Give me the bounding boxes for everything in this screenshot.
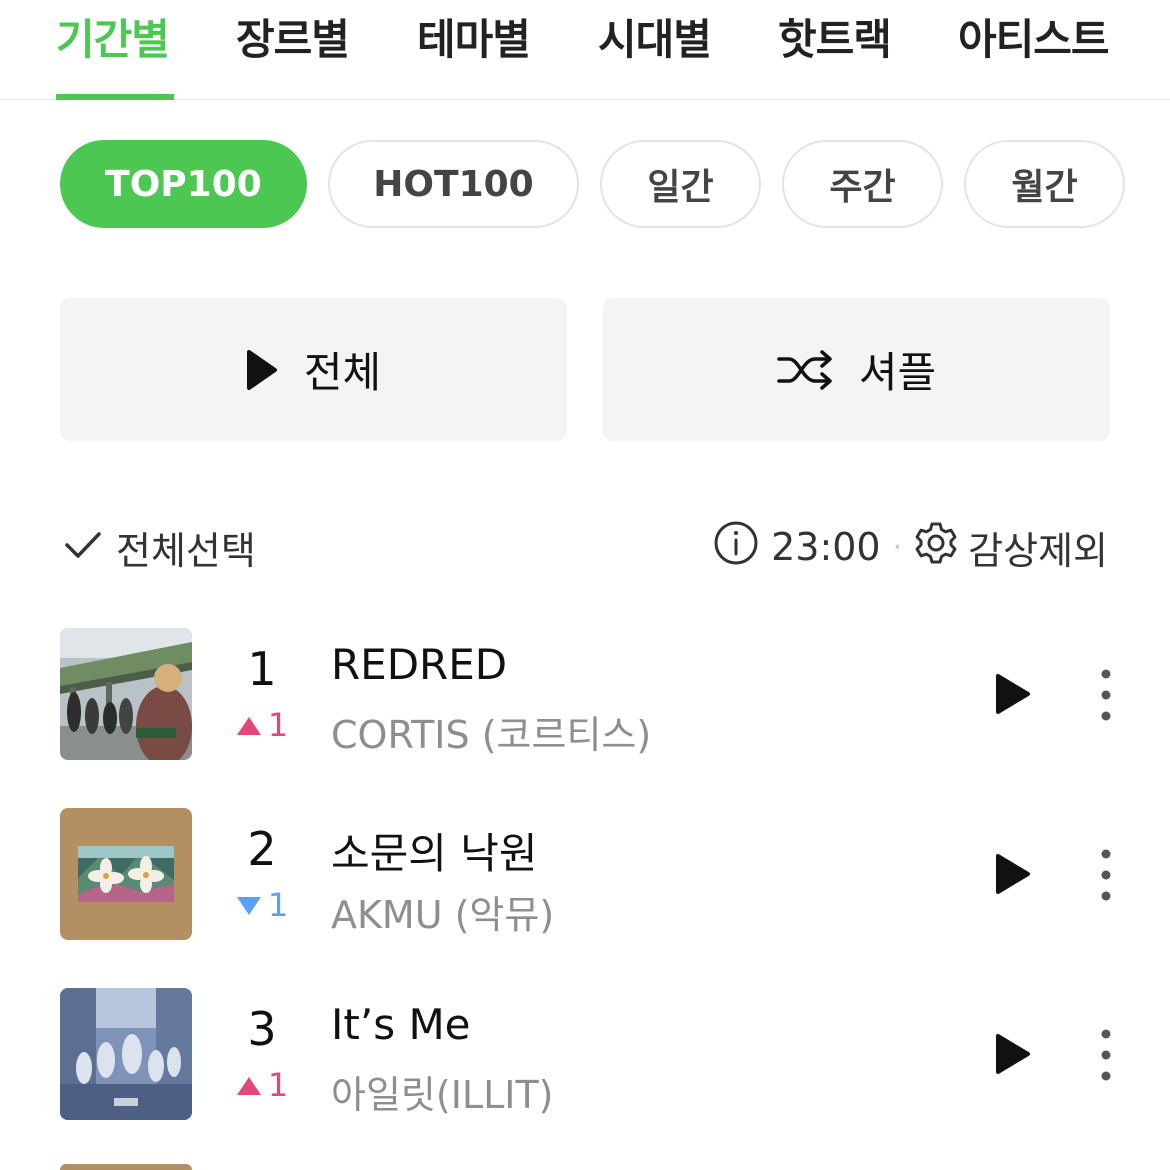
play-icon: [246, 349, 278, 391]
exclude-listening-button[interactable]: 감상제외: [968, 520, 1108, 575]
chart-meta: 23:00 · 감상제외: [713, 520, 1108, 574]
tab-theme[interactable]: 테마별: [417, 6, 531, 67]
album-cover[interactable]: [60, 988, 192, 1120]
chip-daily[interactable]: 일간: [600, 140, 761, 228]
shuffle-label: 셔플: [858, 348, 937, 397]
song-title[interactable]: REDRED: [331, 640, 507, 689]
rank-change-amount: 1: [267, 1066, 289, 1104]
more-vertical-icon[interactable]: [1092, 668, 1120, 722]
rank-number: 3: [247, 1002, 277, 1056]
album-cover: [60, 1164, 192, 1170]
tab-era[interactable]: 시대별: [598, 6, 712, 67]
category-tabs: 기간별 장르별 테마별 시대별 핫트랙 아티스트: [0, 0, 1170, 100]
active-tab-indicator: [56, 94, 174, 100]
triangle-down-icon: [236, 886, 262, 924]
rank-number: 1: [247, 642, 277, 696]
tab-hottrack[interactable]: 핫트랙: [778, 6, 892, 67]
song-title[interactable]: 소문의 낙원: [331, 820, 538, 881]
shuffle-button[interactable]: 셔플: [603, 298, 1110, 441]
tab-period[interactable]: 기간별: [56, 6, 170, 67]
play-icon[interactable]: [990, 672, 1034, 716]
play-icon[interactable]: [990, 1032, 1034, 1076]
play-all-button[interactable]: 전체: [60, 298, 567, 441]
select-all-toggle[interactable]: 전체선택: [64, 520, 256, 574]
separator-dot: ·: [892, 529, 903, 565]
select-all-label: 전체선택: [116, 528, 256, 573]
song-title[interactable]: It’s Me: [331, 1000, 471, 1049]
chip-top100[interactable]: TOP100: [60, 140, 307, 228]
more-vertical-icon[interactable]: [1092, 848, 1120, 902]
shuffle-icon: [777, 349, 833, 390]
play-all-label: 전체: [303, 348, 382, 397]
play-icon[interactable]: [990, 852, 1034, 896]
song-artist[interactable]: AKMU (악뮤): [331, 884, 554, 939]
rank-change-amount: 1: [267, 886, 289, 924]
album-cover[interactable]: [60, 808, 192, 940]
chip-monthly[interactable]: 월간: [964, 140, 1125, 228]
rank-change: 1: [212, 1066, 312, 1104]
rank-number: 2: [247, 822, 277, 876]
chip-hot100[interactable]: HOT100: [328, 140, 579, 228]
tab-genre[interactable]: 장르별: [236, 6, 350, 67]
rank-change-amount: 1: [267, 706, 289, 744]
triangle-up-icon: [236, 1066, 262, 1104]
song-artist[interactable]: 아일릿(ILLIT): [331, 1064, 554, 1119]
chip-weekly[interactable]: 주간: [782, 140, 943, 228]
tab-artist[interactable]: 아티스트: [958, 6, 1110, 67]
chart-row[interactable]: 3 1 It’s Me 아일릿(ILLIT): [0, 988, 1170, 1120]
chart-page: 기간별 장르별 테마별 시대별 핫트랙 아티스트 TOP100 HOT100 일…: [0, 0, 1170, 1170]
rank-change: 1: [212, 706, 312, 744]
gear-icon[interactable]: [914, 521, 958, 574]
chart-row[interactable]: 1 1 REDRED CORTIS (코르티스): [0, 628, 1170, 760]
song-artist[interactable]: CORTIS (코르티스): [331, 704, 651, 759]
chart-row[interactable]: 2 1 소문의 낙원 AKMU (악뮤): [0, 808, 1170, 940]
more-vertical-icon[interactable]: [1092, 1028, 1120, 1082]
info-icon[interactable]: [713, 520, 759, 575]
album-cover[interactable]: [60, 628, 192, 760]
check-icon: [64, 525, 102, 569]
rank-change: 1: [212, 886, 312, 924]
update-time: 23:00: [771, 525, 881, 569]
triangle-up-icon: [236, 706, 262, 744]
